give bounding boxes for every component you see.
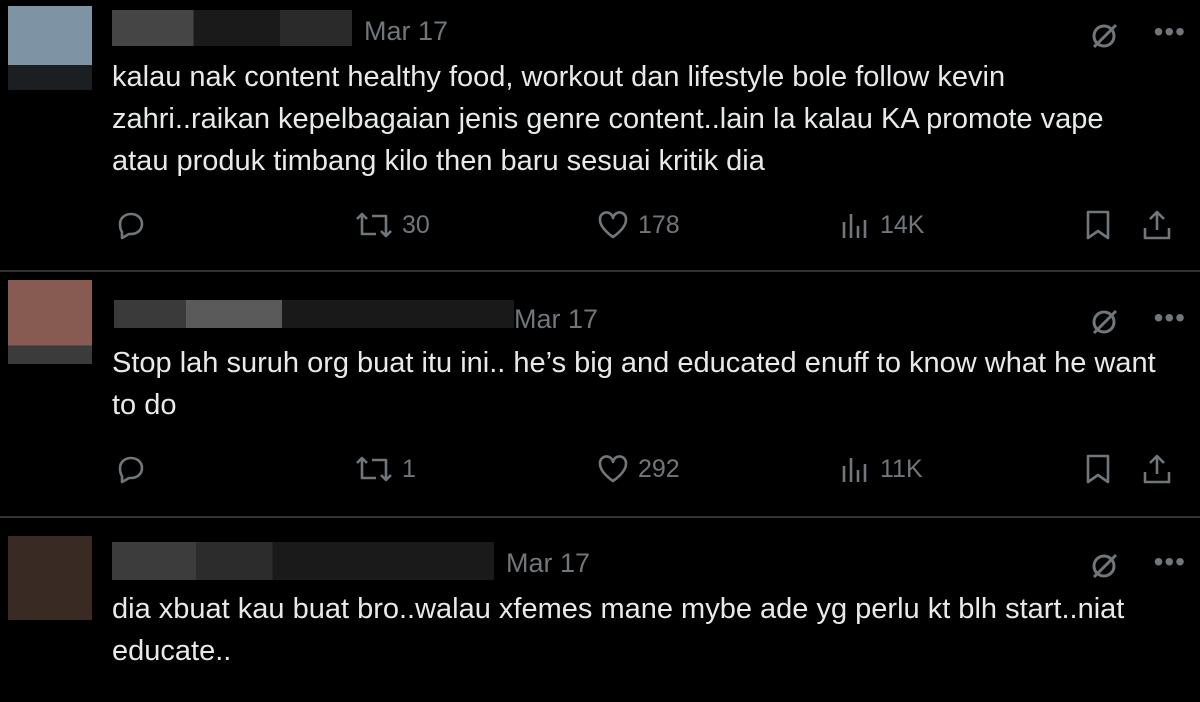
tweet-date[interactable]: Mar 17 bbox=[514, 304, 598, 335]
tweet-text: Stop lah suruh org buat itu ini.. he’s b… bbox=[112, 347, 1156, 421]
share-button[interactable] bbox=[1140, 208, 1174, 242]
tweet-text: dia xbuat kau buat bro..walau xfemes man… bbox=[112, 593, 1125, 667]
retweet-count: 30 bbox=[402, 210, 430, 239]
like-icon bbox=[598, 211, 628, 239]
retweet-icon bbox=[356, 456, 392, 482]
reply-button[interactable] bbox=[114, 208, 148, 242]
views-button[interactable]: 11K bbox=[838, 452, 923, 486]
grok-icon[interactable] bbox=[1090, 306, 1120, 336]
tweet-actions: 1 292 11K bbox=[0, 452, 1200, 492]
share-icon bbox=[1143, 210, 1171, 240]
tweet-date[interactable]: Mar 17 bbox=[364, 16, 448, 47]
tweet-1[interactable]: Mar 17 ••• kalau nak content healthy foo… bbox=[0, 0, 1200, 270]
retweet-button[interactable]: 1 bbox=[354, 452, 416, 486]
views-count: 11K bbox=[880, 454, 923, 483]
views-count: 14K bbox=[880, 210, 925, 239]
bookmark-button[interactable] bbox=[1082, 452, 1114, 486]
tweet-2[interactable]: Mar 17 ••• Stop lah suruh org buat itu i… bbox=[0, 272, 1200, 516]
grok-icon[interactable] bbox=[1090, 550, 1120, 580]
bookmark-button[interactable] bbox=[1082, 208, 1114, 242]
retweet-icon bbox=[356, 212, 392, 238]
grok-icon[interactable] bbox=[1090, 20, 1120, 50]
views-icon bbox=[842, 214, 867, 238]
redacted-username bbox=[112, 10, 352, 46]
bookmark-icon bbox=[1086, 454, 1110, 484]
more-icon[interactable]: ••• bbox=[1154, 18, 1186, 46]
tweet-actions: 30 178 14K bbox=[0, 208, 1200, 248]
like-button[interactable]: 178 bbox=[596, 208, 680, 242]
reply-icon bbox=[118, 212, 144, 240]
retweet-count: 1 bbox=[402, 454, 416, 483]
more-icon[interactable]: ••• bbox=[1154, 548, 1186, 576]
like-count: 178 bbox=[638, 210, 680, 239]
tweet-3[interactable]: Mar 17 ••• dia xbuat kau buat bro..walau… bbox=[0, 518, 1200, 702]
avatar[interactable] bbox=[8, 536, 92, 620]
reply-button[interactable] bbox=[114, 452, 148, 486]
tweet-text: kalau nak content healthy food, workout … bbox=[112, 61, 1104, 177]
tweet-date[interactable]: Mar 17 bbox=[506, 548, 590, 579]
redacted-username bbox=[112, 542, 494, 580]
like-button[interactable]: 292 bbox=[596, 452, 680, 486]
redacted-username bbox=[114, 300, 514, 328]
avatar[interactable] bbox=[8, 280, 92, 364]
like-count: 292 bbox=[638, 454, 680, 483]
more-icon[interactable]: ••• bbox=[1154, 304, 1186, 332]
share-button[interactable] bbox=[1140, 452, 1174, 486]
views-icon bbox=[842, 458, 867, 482]
avatar[interactable] bbox=[8, 6, 92, 90]
share-icon bbox=[1143, 454, 1171, 484]
views-button[interactable]: 14K bbox=[838, 208, 924, 242]
like-icon bbox=[598, 455, 628, 483]
retweet-button[interactable]: 30 bbox=[354, 208, 430, 242]
bookmark-icon bbox=[1086, 210, 1110, 240]
reply-icon bbox=[118, 456, 144, 484]
